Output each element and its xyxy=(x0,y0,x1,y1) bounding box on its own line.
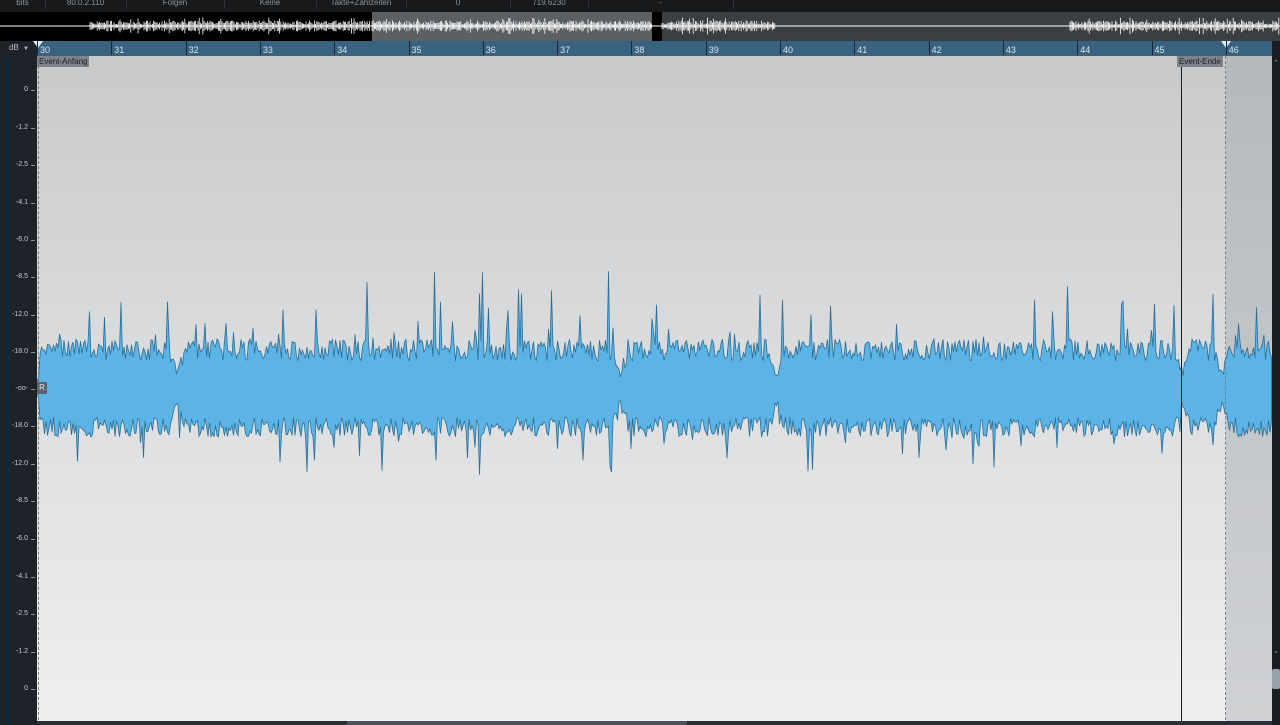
event-start-label: Event-Anfang xyxy=(37,56,90,67)
waveform-editor[interactable]: Event-Anfang Event-Ende R xyxy=(37,56,1272,725)
db-unit-menu[interactable]: dB ▼ xyxy=(0,42,37,54)
horizontal-scroll-thumb[interactable] xyxy=(347,721,687,725)
bar-number: 30 xyxy=(36,41,51,55)
overview-strip[interactable] xyxy=(0,12,1280,41)
db-tick-label: -18.0 xyxy=(0,348,35,356)
bar-number: 35 xyxy=(408,41,422,55)
bar-number: 31 xyxy=(111,41,125,55)
bar-number: 34 xyxy=(334,41,348,55)
db-tick-label: -8.5 xyxy=(0,273,35,281)
bar-number: 33 xyxy=(259,41,273,55)
timeline-ruler[interactable]: 30 31 32 33 34 35 36 37 38 39 40 41 42 43 44 45 46 xyxy=(33,41,1272,56)
db-tick-label: -6.0 xyxy=(0,236,35,244)
bar-number: 43 xyxy=(1002,41,1016,55)
db-tick-label: -oo- xyxy=(0,385,35,393)
db-tick-label: 0 xyxy=(0,86,35,94)
event-end-label: Event-Ende xyxy=(1177,56,1223,67)
bar-number: 45 xyxy=(1151,41,1165,55)
bar-number: 32 xyxy=(185,41,199,55)
db-tick-label: -2.5 xyxy=(0,161,35,169)
info-time_format[interactable]: Takte+Zählzeiten xyxy=(316,0,407,9)
info-bits[interactable]: bits xyxy=(0,0,46,9)
overview-waveform xyxy=(0,17,1280,35)
bar-number: 44 xyxy=(1077,41,1091,55)
event-end-line[interactable] xyxy=(1225,56,1226,725)
info-position[interactable]: 80.0.2.110 xyxy=(45,0,127,9)
db-tick-label: -12.0 xyxy=(0,460,35,468)
db-tick-label: -1.2 xyxy=(0,124,35,132)
bar-number: 37 xyxy=(557,41,571,55)
chevron-down-icon[interactable]: ⌄ xyxy=(1272,647,1280,656)
bar-number: 46 xyxy=(1225,41,1239,55)
waveform-path xyxy=(37,271,1272,475)
info-offset[interactable]: 0 xyxy=(406,0,511,9)
db-tick-label: -6.0 xyxy=(0,535,35,543)
info-bar: bits 80.0.2.110 Folgen Keine Takte+Zählzeite… xyxy=(0,0,1280,12)
info-follow[interactable]: Folgen xyxy=(126,0,225,9)
vertical-scroll-thumb[interactable] xyxy=(1272,669,1280,689)
caret-down-icon: ▼ xyxy=(23,46,29,52)
horizontal-scrollbar[interactable] xyxy=(37,721,1272,725)
bar-number: 39 xyxy=(705,41,719,55)
db-tick-label: -8.5 xyxy=(0,497,35,505)
db-tick-label: 0 xyxy=(0,685,35,693)
db-tick-label: -4.1 xyxy=(0,573,35,581)
playback-cursor[interactable] xyxy=(1181,56,1182,725)
db-tick-label: -18.0 xyxy=(0,422,35,430)
waveform-display[interactable] xyxy=(37,56,1272,725)
info-snap[interactable]: Keine xyxy=(224,0,317,9)
channel-badge: R xyxy=(37,382,47,394)
bar-number: 42 xyxy=(928,41,942,55)
db-tick-label: -2.5 xyxy=(0,610,35,618)
info-tempo[interactable]: 719.6230 xyxy=(510,0,589,9)
bar-number: 41 xyxy=(854,41,868,55)
vertical-scrollbar[interactable]: ⌃ ⌄ xyxy=(1272,41,1280,725)
bar-number: 36 xyxy=(482,41,496,55)
info-extra[interactable]: - xyxy=(588,0,734,9)
db-tick-label: -1.2 xyxy=(0,648,35,656)
db-unit-label: dB xyxy=(9,43,19,52)
db-tick-label: -4.1 xyxy=(0,199,35,207)
bar-number: 40 xyxy=(779,41,794,55)
db-tick-label: -12.0 xyxy=(0,311,35,319)
chevron-up-icon[interactable]: ⌃ xyxy=(1272,59,1280,68)
bar-number: 38 xyxy=(631,41,645,55)
